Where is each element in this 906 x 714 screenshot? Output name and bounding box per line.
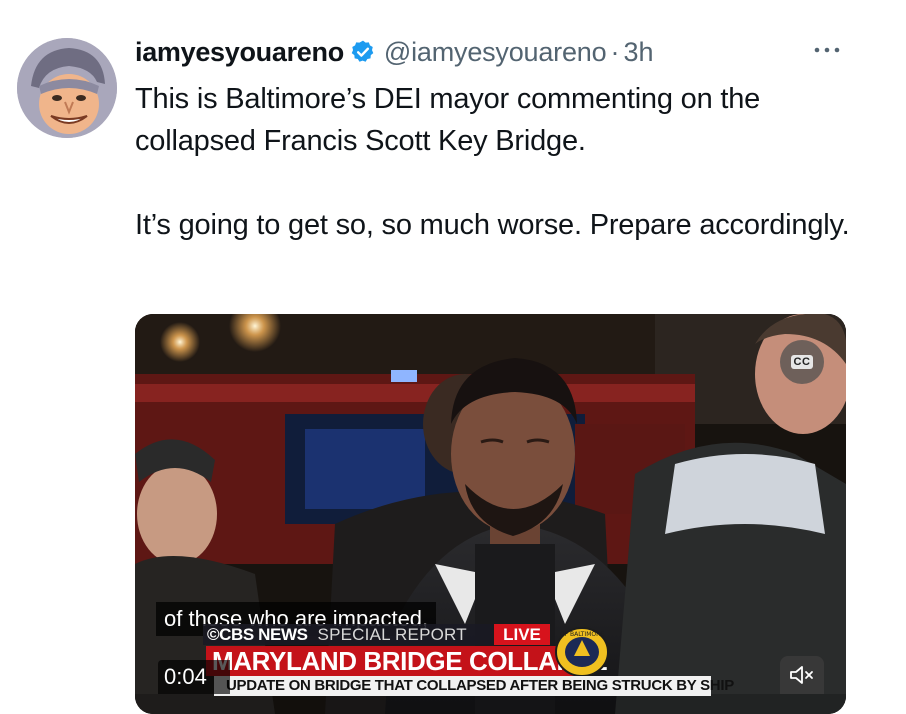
tweet-text: This is Baltimore’s DEI mayor commenting…: [135, 78, 855, 246]
news-ticker: UPDATE ON BRIDGE THAT COLLAPSED AFTER BE…: [214, 676, 734, 696]
city-seal-icon: OF BALTIMORE: [555, 627, 609, 677]
network-bar: ©CBS NEWS SPECIAL REPORT: [203, 624, 493, 645]
captions-label: CC: [790, 355, 814, 369]
special-report-label: SPECIAL REPORT: [317, 624, 467, 644]
live-badge: LIVE: [494, 624, 550, 645]
more-dots-icon[interactable]: [810, 40, 844, 60]
tweet-paragraph-2: It’s going to get so, so much worse. Pre…: [135, 209, 850, 241]
seal-text: OF BALTIMORE: [560, 631, 604, 638]
news-headline: MARYLAND BRIDGE COLLAPSE: [206, 646, 608, 676]
tweet-header: iamyesyouareno @iamyesyouareno · 3h: [135, 32, 653, 72]
time-separator: ·: [610, 36, 620, 67]
speaker-muted-icon: [790, 666, 813, 684]
cartoon-face-avatar-icon: [17, 38, 117, 138]
mute-button[interactable]: [780, 656, 824, 694]
avatar[interactable]: [17, 38, 117, 138]
verified-badge-icon: [351, 40, 374, 62]
captions-button[interactable]: CC: [780, 340, 824, 384]
author-handle[interactable]: @iamyesyouareno: [384, 37, 607, 68]
author-display-name[interactable]: iamyesyouareno: [135, 37, 344, 68]
network-logo: ©CBS NEWS: [207, 624, 308, 644]
video-elapsed-time: 0:04: [158, 660, 230, 694]
tweet-paragraph-1: This is Baltimore’s DEI mayor commenting…: [135, 83, 761, 157]
tweet-timestamp[interactable]: 3h: [623, 37, 653, 68]
